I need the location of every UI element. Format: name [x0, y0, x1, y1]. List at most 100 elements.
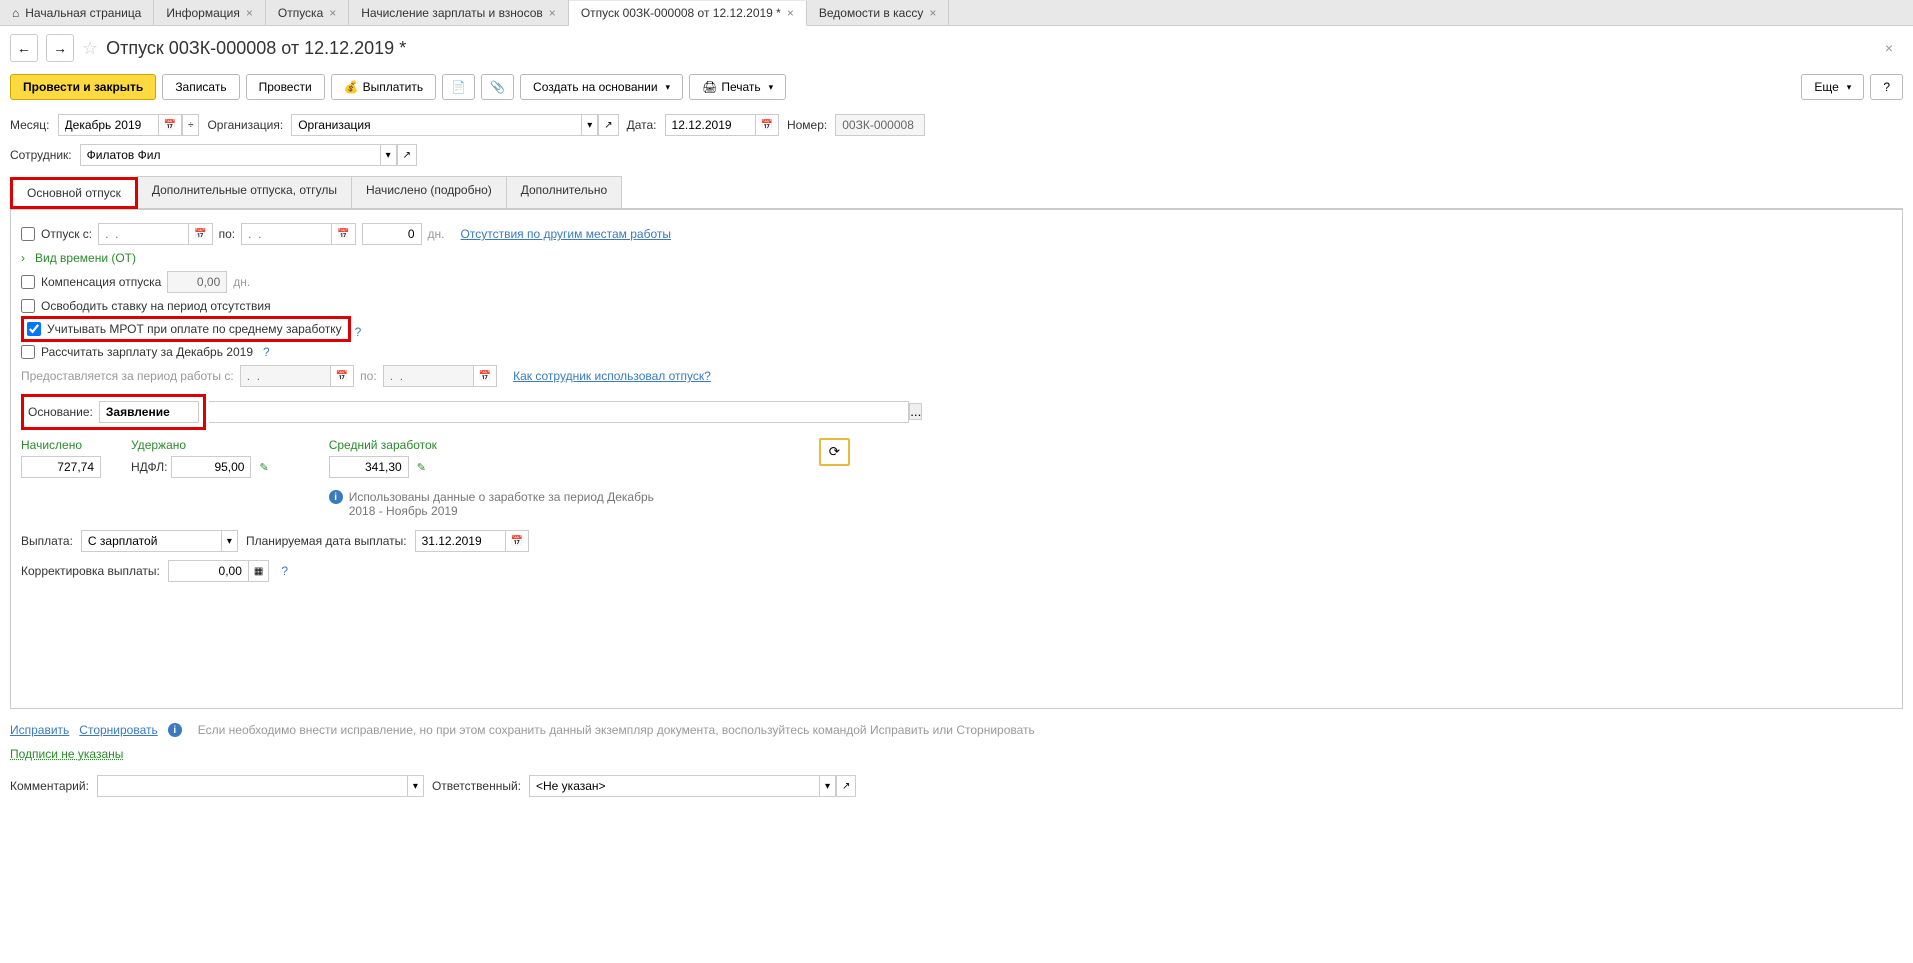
attachment-button[interactable]: 📎 — [481, 74, 514, 100]
help-icon[interactable]: ? — [355, 325, 362, 339]
employee-input[interactable] — [80, 144, 380, 166]
vacation-to-input[interactable] — [241, 223, 331, 245]
info-text: Использованы данные о заработке за перио… — [349, 490, 669, 518]
create-based-button[interactable]: Создать на основании — [520, 74, 683, 100]
vacation-to-label: по: — [219, 227, 236, 241]
tab-label: Информация — [166, 6, 239, 20]
favorite-icon[interactable]: ☆ — [82, 38, 98, 59]
calendar-icon[interactable]: 📅 — [158, 114, 182, 136]
number-label: Номер: — [787, 118, 827, 132]
payment-label: Выплата: — [21, 534, 73, 548]
calendar-icon[interactable]: 📅 — [188, 223, 212, 245]
number-input — [835, 114, 925, 136]
tab-vacations[interactable]: Отпуска× — [266, 0, 349, 25]
tab-payroll[interactable]: Начисление зарплаты и взносов× — [349, 0, 569, 25]
open-icon[interactable]: ↗ — [836, 775, 856, 797]
withheld-header: Удержано — [131, 438, 269, 452]
calendar-icon[interactable]: 📅 — [473, 365, 497, 387]
refresh-button[interactable]: ⟳ — [819, 438, 850, 466]
close-icon[interactable]: × — [929, 6, 936, 20]
dropdown-icon[interactable]: ▾ — [380, 144, 397, 166]
sub-tab-accrued[interactable]: Начислено (подробно) — [351, 176, 507, 208]
signatures-link[interactable]: Подписи не указаны — [10, 747, 123, 761]
tab-home[interactable]: ⌂Начальная страница — [0, 0, 154, 25]
mrot-label: Учитывать МРОТ при оплате по среднему за… — [47, 322, 342, 336]
date-input[interactable] — [665, 114, 755, 136]
calendar-icon[interactable]: 📅 — [505, 530, 529, 552]
accrued-value[interactable] — [21, 456, 101, 478]
compensation-checkbox[interactable] — [21, 275, 35, 289]
mrot-checkbox[interactable] — [27, 322, 41, 336]
vacation-checkbox[interactable] — [21, 227, 35, 241]
correction-input[interactable] — [168, 560, 248, 582]
ndfl-value[interactable] — [171, 456, 251, 478]
open-icon[interactable]: ↗ — [598, 114, 618, 136]
vacation-row: Отпуск с: 📅 по: 📅 дн. Отсутствия по друг… — [21, 220, 1892, 248]
dropdown-icon[interactable]: ▾ — [221, 530, 238, 552]
pencil-icon[interactable]: ✎ — [259, 461, 268, 474]
time-type-link[interactable]: Вид времени (ОТ) — [35, 251, 136, 265]
tab-current-doc[interactable]: Отпуск 00ЗК-000008 от 12.12.2019 * × — [569, 1, 807, 26]
basis-ext-input[interactable] — [209, 401, 909, 423]
sub-tab-main[interactable]: Основной отпуск — [10, 177, 138, 209]
time-type-row[interactable]: › Вид времени (ОТ) — [21, 248, 1892, 268]
close-page-button[interactable]: × — [1885, 40, 1903, 56]
avg-value[interactable] — [329, 456, 409, 478]
nav-forward-button[interactable]: → — [46, 34, 74, 62]
month-input[interactable] — [58, 114, 158, 136]
planned-date-label: Планируемая дата выплаты: — [246, 534, 407, 548]
help-icon[interactable]: ? — [281, 564, 288, 578]
calendar-icon[interactable]: 📅 — [331, 223, 355, 245]
nav-back-button[interactable]: ← — [10, 34, 38, 62]
dropdown-icon[interactable]: ▾ — [581, 114, 598, 136]
document-icon-button[interactable]: 📄 — [442, 74, 475, 100]
sub-tab-additional[interactable]: Дополнительные отпуска, отгулы — [137, 176, 352, 208]
planned-date-input[interactable] — [415, 530, 505, 552]
absence-link[interactable]: Отсутствия по другим местам работы — [461, 227, 671, 241]
reverse-link[interactable]: Сторнировать — [79, 723, 157, 737]
save-button[interactable]: Записать — [162, 74, 239, 100]
open-icon[interactable]: ↗ — [397, 144, 417, 166]
more-button[interactable]: Еще — [1801, 74, 1864, 100]
comment-input[interactable] — [97, 775, 407, 797]
tab-info[interactable]: Информация × — [154, 0, 266, 25]
calc-section: Начислено Удержано НДФЛ: ✎ Средний зараб… — [21, 430, 1892, 526]
usage-link[interactable]: Как сотрудник использовал отпуск? — [513, 369, 711, 383]
close-icon[interactable]: × — [329, 6, 336, 20]
stepper-icon[interactable]: ÷ — [182, 114, 200, 136]
calc-icon[interactable]: ▦ — [248, 560, 269, 582]
org-input[interactable] — [291, 114, 581, 136]
basis-input[interactable] — [99, 401, 199, 423]
pay-button[interactable]: 💰Выплатить — [331, 74, 436, 100]
vacation-days-input[interactable] — [362, 223, 422, 245]
dropdown-icon[interactable]: ▾ — [407, 775, 424, 797]
responsible-input[interactable] — [529, 775, 819, 797]
close-icon[interactable]: × — [246, 6, 253, 20]
pencil-icon[interactable]: ✎ — [417, 461, 426, 474]
compensation-input — [167, 271, 227, 293]
free-rate-checkbox[interactable] — [21, 299, 35, 313]
sub-tab-extra[interactable]: Дополнительно — [506, 176, 622, 208]
help-button[interactable]: ? — [1870, 74, 1903, 100]
close-icon[interactable]: × — [787, 6, 794, 20]
dropdown-icon[interactable]: ▾ — [819, 775, 836, 797]
days-unit: дн. — [428, 227, 445, 241]
correction-label: Корректировка выплаты: — [21, 564, 160, 578]
help-icon[interactable]: ? — [263, 345, 270, 359]
basis-more-button[interactable]: ... — [909, 403, 922, 420]
print-button[interactable]: 🖨Печать — [689, 74, 786, 100]
fix-link[interactable]: Исправить — [10, 723, 69, 737]
calendar-icon[interactable]: 📅 — [330, 365, 354, 387]
close-icon[interactable]: × — [549, 6, 556, 20]
vacation-from-input[interactable] — [98, 223, 188, 245]
tab-label: Отпуск 00ЗК-000008 от 12.12.2019 * — [581, 6, 781, 20]
post-button[interactable]: Провести — [246, 74, 325, 100]
toolbar: Провести и закрыть Записать Провести 💰Вы… — [0, 70, 1913, 110]
calc-salary-checkbox[interactable] — [21, 345, 35, 359]
tab-payrolls-cash[interactable]: Ведомости в кассу× — [807, 0, 949, 25]
calendar-icon[interactable]: 📅 — [755, 114, 779, 136]
post-close-button[interactable]: Провести и закрыть — [10, 74, 156, 100]
payment-select[interactable] — [81, 530, 221, 552]
calc-salary-label: Рассчитать зарплату за Декабрь 2019 — [41, 345, 253, 359]
comment-row: Комментарий: ▾ Ответственный: ▾ ↗ — [10, 771, 1903, 801]
